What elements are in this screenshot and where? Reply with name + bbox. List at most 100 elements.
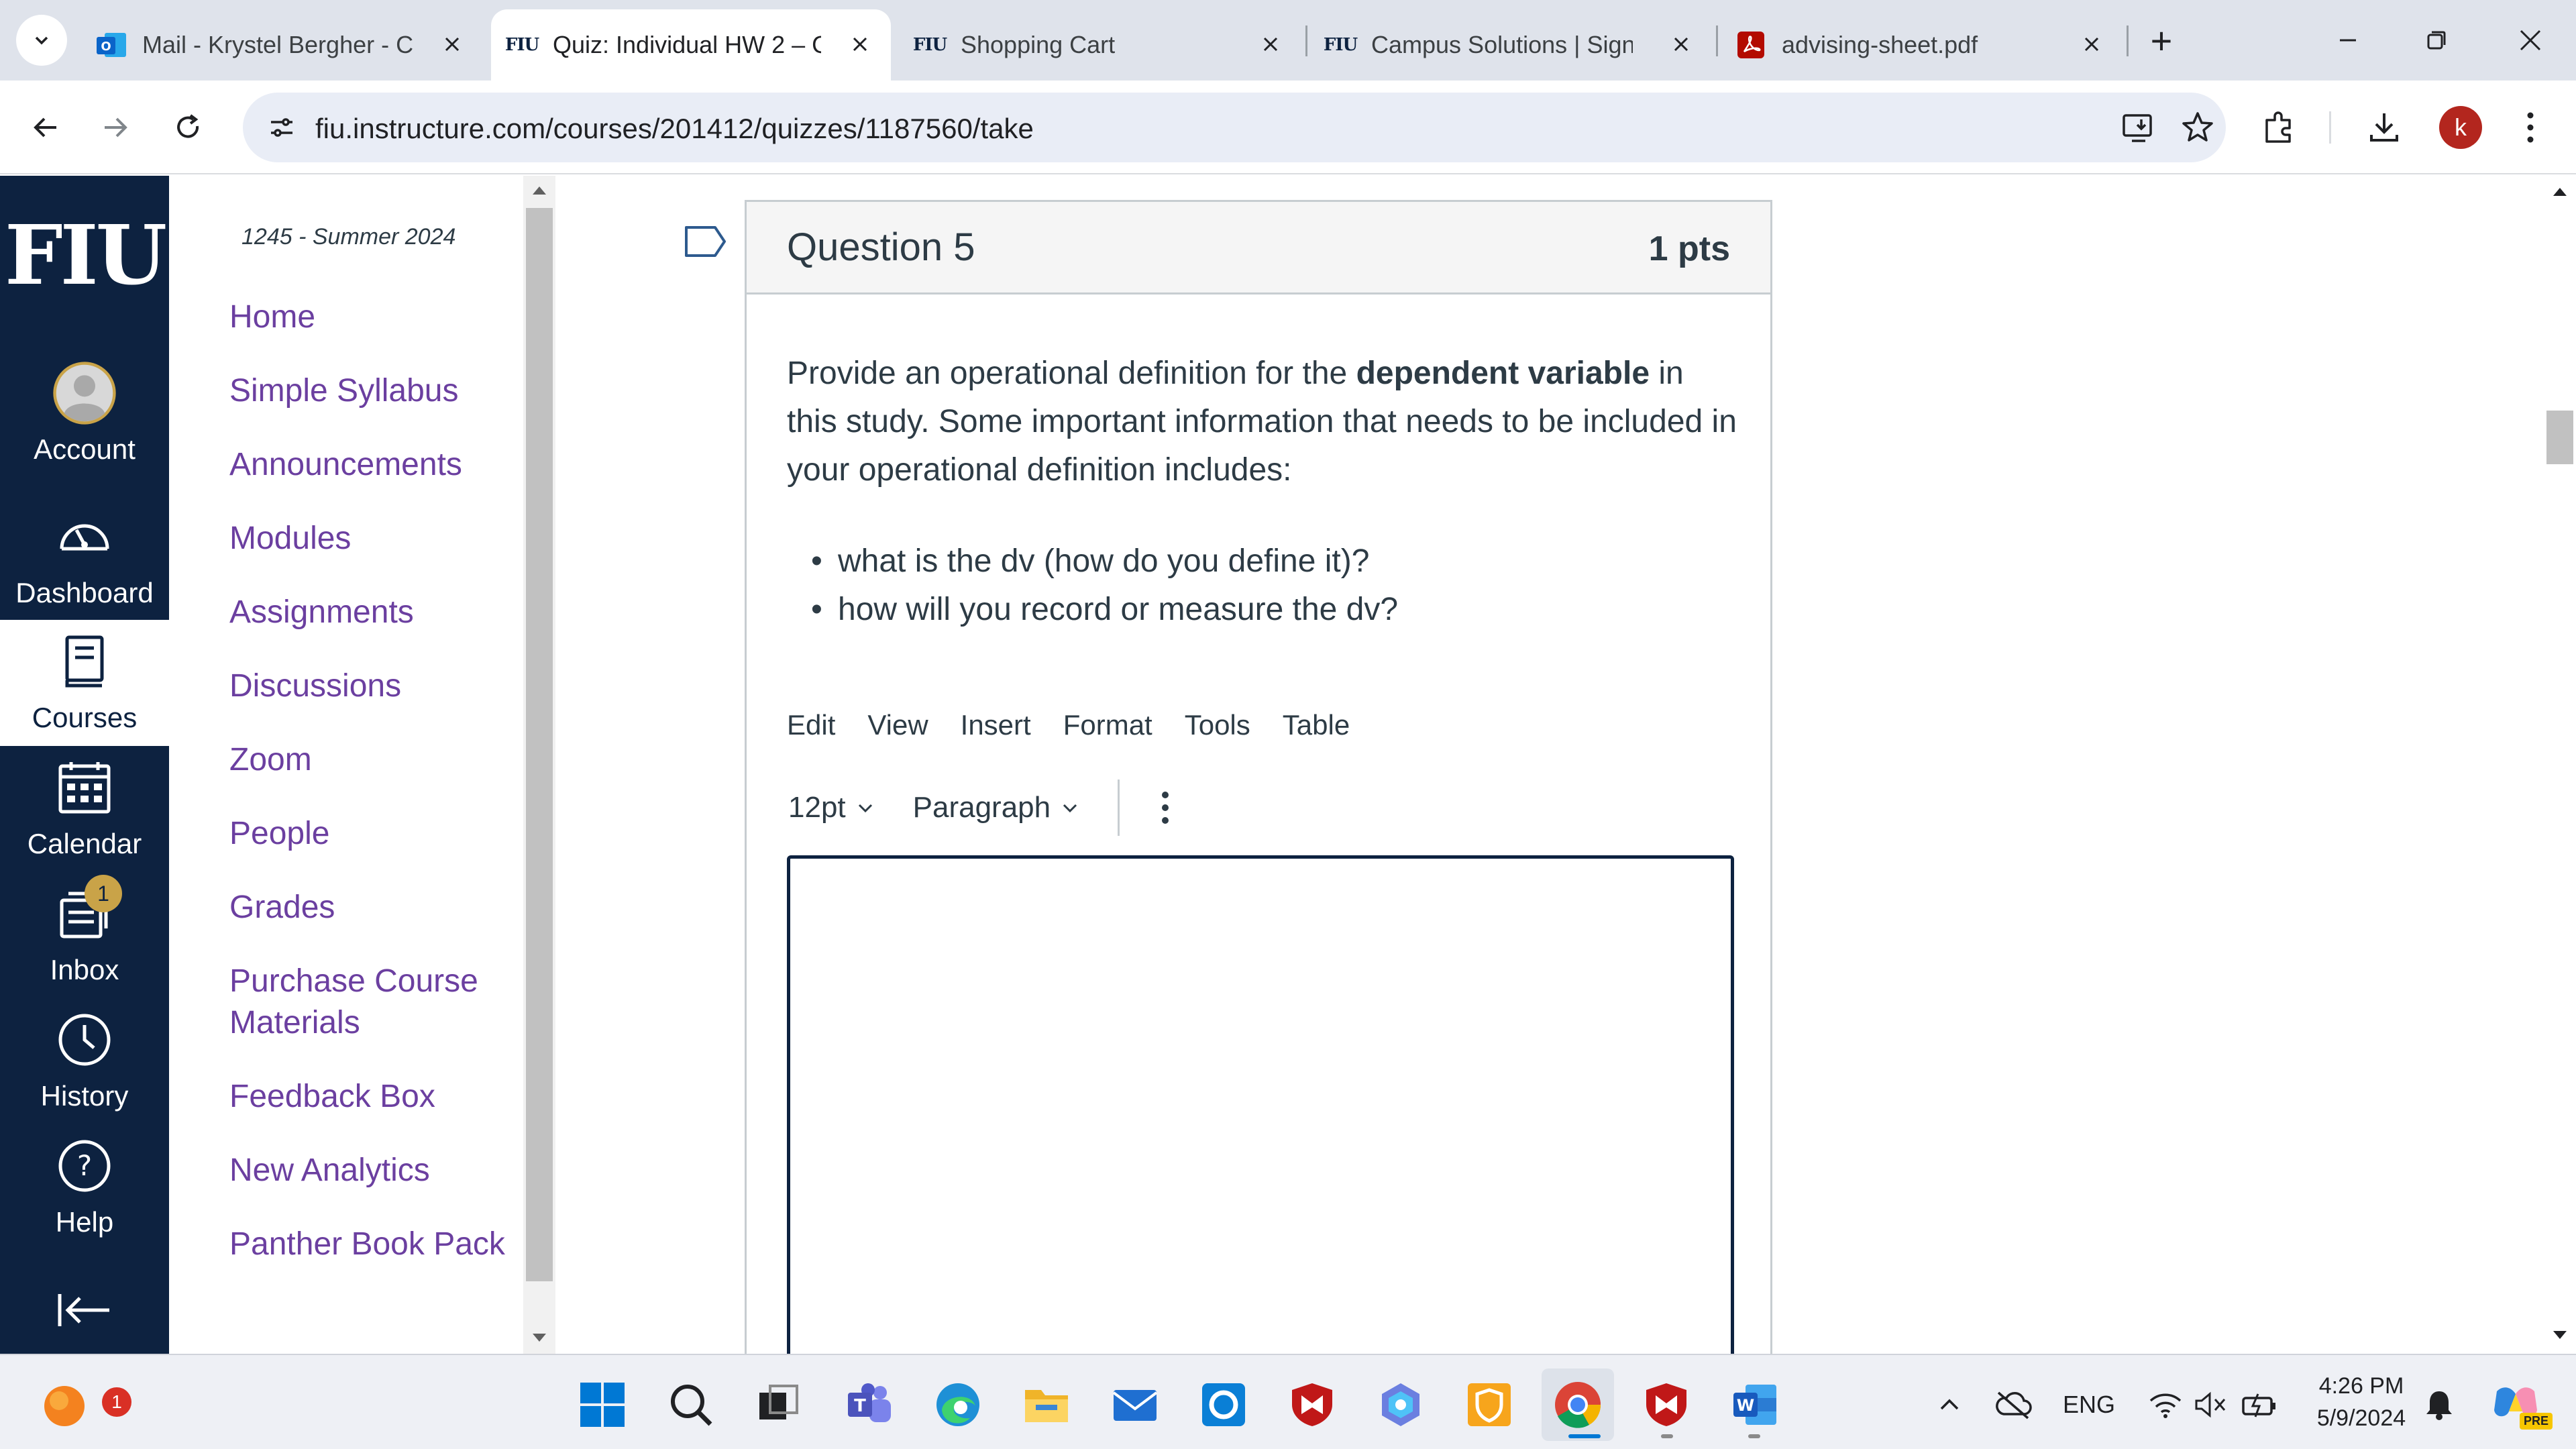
course-nav-simple-syllabus[interactable]: Simple Syllabus bbox=[229, 370, 458, 412]
menu-view[interactable]: View bbox=[867, 709, 928, 741]
mcafee-app[interactable] bbox=[1285, 1378, 1339, 1432]
menu-edit[interactable]: Edit bbox=[787, 709, 835, 741]
block-format-dropdown[interactable]: Paragraph bbox=[913, 791, 1080, 824]
close-tab-icon[interactable] bbox=[2076, 28, 2108, 60]
course-nav-announcements[interactable]: Announcements bbox=[229, 444, 462, 486]
nav-label: Inbox bbox=[50, 954, 119, 985]
scroll-up-arrow-icon[interactable] bbox=[531, 185, 547, 196]
close-tab-icon[interactable] bbox=[1254, 28, 1287, 60]
chrome-app[interactable] bbox=[1551, 1378, 1605, 1432]
tab-mail[interactable]: O Mail - Krystel Bergher - C bbox=[80, 9, 483, 80]
more-tools-button[interactable] bbox=[1160, 790, 1171, 826]
nav-calendar[interactable]: Calendar bbox=[0, 746, 169, 872]
tab-search-button[interactable] bbox=[16, 15, 67, 66]
system-clock[interactable]: 4:26 PM 5/9/2024 bbox=[2301, 1370, 2422, 1434]
menu-format[interactable]: Format bbox=[1063, 709, 1152, 741]
nav-dashboard[interactable]: Dashboard bbox=[0, 495, 169, 621]
downloads-button[interactable] bbox=[2361, 105, 2407, 150]
security-app[interactable] bbox=[1462, 1378, 1516, 1432]
fiu-favicon: FIU bbox=[1323, 35, 1358, 55]
scrollbar-thumb[interactable] bbox=[2546, 411, 2573, 464]
battery-status[interactable] bbox=[2238, 1385, 2281, 1425]
cortana-app[interactable] bbox=[1197, 1378, 1250, 1432]
new-tab-button[interactable]: + bbox=[2121, 9, 2202, 71]
course-nav-feedback-box[interactable]: Feedback Box bbox=[229, 1076, 435, 1118]
nav-history[interactable]: History bbox=[0, 998, 169, 1124]
course-nav-home[interactable]: Home bbox=[229, 297, 315, 338]
course-nav-people[interactable]: People bbox=[229, 813, 329, 855]
menu-tools[interactable]: Tools bbox=[1185, 709, 1250, 741]
nav-account[interactable]: Account bbox=[0, 352, 169, 478]
extensions-button[interactable] bbox=[2257, 105, 2302, 150]
svg-text:?: ? bbox=[77, 1149, 92, 1182]
nav-help[interactable]: ? Help bbox=[0, 1124, 169, 1250]
profile-avatar[interactable]: k bbox=[2439, 106, 2482, 149]
flag-question-button[interactable] bbox=[684, 225, 727, 258]
running-indicator bbox=[1661, 1434, 1673, 1438]
course-nav-scrollbar[interactable] bbox=[523, 176, 555, 1354]
page-scrollbar[interactable] bbox=[2544, 176, 2576, 1354]
arrow-left-icon bbox=[34, 117, 56, 138]
tab-shopping-cart[interactable]: FIU Shopping Cart bbox=[899, 9, 1301, 80]
close-window-button[interactable] bbox=[2490, 9, 2571, 71]
task-view-button[interactable] bbox=[751, 1378, 805, 1432]
tab-campus-solutions[interactable]: FIU Campus Solutions | Sign- bbox=[1309, 9, 1712, 80]
volume-status[interactable] bbox=[2190, 1385, 2233, 1425]
wifi-status[interactable] bbox=[2144, 1385, 2187, 1425]
font-size-dropdown[interactable]: 12pt bbox=[788, 791, 875, 824]
copilot-preview-button[interactable]: PRE bbox=[2482, 1378, 2553, 1432]
course-nav-discussions[interactable]: Discussions bbox=[229, 665, 401, 707]
onedrive-status[interactable] bbox=[1990, 1385, 2037, 1425]
nav-courses[interactable]: Courses bbox=[0, 620, 169, 746]
site-info-icon[interactable] bbox=[263, 109, 301, 146]
restore-button[interactable] bbox=[2396, 9, 2477, 71]
widgets-button[interactable]: 1 bbox=[38, 1378, 131, 1432]
scroll-up-arrow-icon[interactable] bbox=[2552, 186, 2568, 197]
answer-text-editor[interactable] bbox=[787, 855, 1734, 1354]
course-nav-new-analytics[interactable]: New Analytics bbox=[229, 1150, 430, 1191]
close-tab-icon[interactable] bbox=[844, 28, 876, 60]
tab-advising-pdf[interactable]: advising-sheet.pdf bbox=[1720, 9, 2123, 80]
word-app[interactable]: W bbox=[1728, 1378, 1782, 1432]
minimize-button[interactable] bbox=[2308, 9, 2388, 71]
notifications-button[interactable] bbox=[2419, 1385, 2459, 1425]
course-nav-panther-book-pack[interactable]: Panther Book Pack bbox=[229, 1224, 505, 1265]
taskbar-search-button[interactable] bbox=[664, 1378, 718, 1432]
address-bar[interactable]: fiu.instructure.com/courses/201412/quizz… bbox=[243, 93, 2226, 162]
menu-insert[interactable]: Insert bbox=[961, 709, 1031, 741]
bookmark-star-icon[interactable] bbox=[2179, 109, 2216, 146]
teams-app[interactable]: T bbox=[843, 1378, 896, 1432]
nav-inbox[interactable]: 1 Inbox bbox=[0, 872, 169, 998]
nav-label: History bbox=[40, 1080, 129, 1112]
fiu-logo[interactable]: FIU bbox=[0, 207, 169, 303]
mcafee-app-2[interactable] bbox=[1640, 1378, 1693, 1432]
course-nav-zoom[interactable]: Zoom bbox=[229, 739, 312, 781]
scrollbar-thumb[interactable] bbox=[526, 208, 553, 1281]
url-text[interactable]: fiu.instructure.com/courses/201412/quizz… bbox=[315, 113, 1034, 145]
file-explorer-app[interactable] bbox=[1020, 1378, 1073, 1432]
tab-quiz[interactable]: FIU Quiz: Individual HW 2 – C bbox=[491, 9, 891, 80]
mail-app[interactable] bbox=[1108, 1378, 1162, 1432]
close-tab-icon[interactable] bbox=[436, 28, 468, 60]
forward-button[interactable] bbox=[89, 101, 142, 154]
back-button[interactable] bbox=[19, 101, 72, 154]
course-nav-grades[interactable]: Grades bbox=[229, 887, 335, 928]
course-navigation: 1245 - Summer 2024 Home Simple Syllabus … bbox=[169, 176, 523, 1354]
course-nav-purchase-materials[interactable]: Purchase Course Materials bbox=[229, 961, 498, 1044]
input-language[interactable]: ENG bbox=[2055, 1385, 2123, 1425]
start-button[interactable] bbox=[576, 1378, 629, 1432]
collapse-nav-button[interactable] bbox=[54, 1280, 114, 1340]
cloud-offline-icon bbox=[1996, 1391, 2032, 1419]
menu-table[interactable]: Table bbox=[1283, 709, 1350, 741]
copilot-app[interactable] bbox=[1374, 1378, 1428, 1432]
reload-button[interactable] bbox=[161, 101, 215, 154]
scroll-down-arrow-icon[interactable] bbox=[531, 1332, 547, 1343]
close-tab-icon[interactable] bbox=[1665, 28, 1697, 60]
install-app-icon[interactable] bbox=[2120, 109, 2157, 146]
course-nav-assignments[interactable]: Assignments bbox=[229, 592, 414, 633]
show-hidden-icons[interactable] bbox=[1929, 1385, 1970, 1425]
scroll-down-arrow-icon[interactable] bbox=[2552, 1330, 2568, 1340]
course-nav-modules[interactable]: Modules bbox=[229, 518, 351, 559]
browser-menu-button[interactable] bbox=[2508, 105, 2553, 150]
edge-app[interactable] bbox=[931, 1378, 985, 1432]
